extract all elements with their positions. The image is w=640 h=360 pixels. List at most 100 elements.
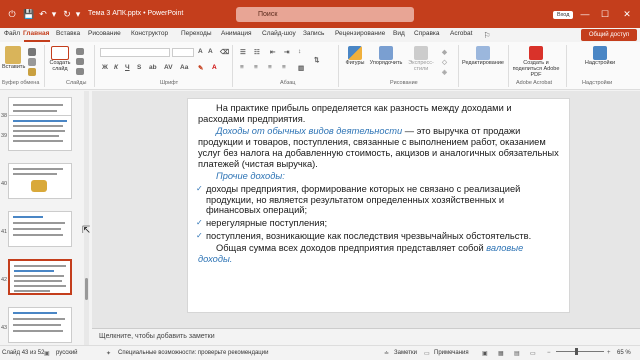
thumbnails-scrollbar[interactable]: [84, 91, 89, 345]
slide-thumbnail-selected[interactable]: [8, 259, 72, 295]
justify-icon[interactable]: ≡: [282, 64, 286, 71]
reset-icon[interactable]: [76, 58, 84, 65]
thumb-line: [13, 130, 65, 132]
signin-button[interactable]: Вход: [553, 11, 574, 19]
shapes-button[interactable]: Фигуры: [342, 46, 368, 66]
maximize-button[interactable]: ☐: [598, 6, 612, 22]
thumb-line: [14, 265, 66, 267]
bullets-icon[interactable]: ☰: [240, 48, 246, 56]
spacing-icon[interactable]: AV: [164, 64, 173, 71]
outdent-icon[interactable]: ⇥: [284, 48, 289, 56]
autosave-toggle-icon[interactable]: ⏻: [6, 8, 18, 20]
slide-thumbnail[interactable]: [8, 307, 72, 343]
slideshow-icon[interactable]: ▭: [530, 350, 536, 357]
new-slide-button[interactable]: Создать слайд: [48, 46, 72, 72]
zoom-out-icon[interactable]: −: [547, 350, 551, 356]
chat-icon[interactable]: ⚐: [482, 30, 492, 40]
accessibility-status[interactable]: Специальные возможности: проверьте реком…: [118, 350, 268, 356]
zoom-slider[interactable]: [556, 351, 604, 352]
quick-styles-button[interactable]: Экспресс-стили: [404, 46, 438, 72]
zoom-level[interactable]: 65 %: [617, 350, 631, 356]
slide-thumbnail[interactable]: [8, 211, 72, 247]
language-indicator[interactable]: русский: [56, 350, 78, 356]
tab-design[interactable]: Конструктор: [131, 30, 168, 37]
undo-dropdown-icon[interactable]: ▾: [50, 8, 58, 20]
align-center-icon[interactable]: ≡: [254, 64, 258, 71]
font-color-icon[interactable]: A: [212, 64, 217, 71]
comments-button[interactable]: Примечания: [434, 350, 469, 356]
highlight-icon[interactable]: ✎: [198, 64, 203, 72]
close-button[interactable]: ✕: [620, 6, 634, 22]
align-left-icon[interactable]: ≡: [240, 64, 244, 71]
tab-draw[interactable]: Рисование: [88, 30, 121, 37]
current-slide[interactable]: На практике прибыль определяется как раз…: [187, 98, 570, 313]
cut-icon[interactable]: [28, 48, 36, 56]
accessibility-icon[interactable]: ✦: [106, 350, 111, 357]
tab-review[interactable]: Рецензирование: [335, 30, 385, 37]
case-icon[interactable]: Aa: [180, 64, 188, 71]
line-spacing-icon[interactable]: ↕: [298, 48, 301, 55]
shape-effects-icon[interactable]: ◈: [442, 68, 447, 76]
zoom-slider-handle[interactable]: [575, 348, 578, 355]
clear-format-icon[interactable]: ⌫: [220, 48, 229, 56]
editing-button[interactable]: Редактирование: [460, 46, 506, 66]
shape-fill-icon[interactable]: ◆: [442, 48, 447, 56]
section-icon[interactable]: [76, 68, 84, 75]
strikethrough-icon[interactable]: ab: [149, 64, 157, 71]
paste-button[interactable]: Вставить: [2, 46, 25, 70]
copy-icon[interactable]: [28, 58, 36, 66]
tab-view[interactable]: Вид: [393, 30, 405, 37]
tab-file[interactable]: Файл: [4, 30, 20, 37]
arrange-button[interactable]: Упорядочить: [368, 46, 404, 66]
slide-thumbnail[interactable]: [8, 163, 72, 199]
minimize-button[interactable]: —: [578, 6, 592, 22]
slide-sorter-icon[interactable]: ▦: [498, 350, 504, 357]
tab-insert[interactable]: Вставка: [56, 30, 80, 37]
layout-icon[interactable]: [76, 48, 84, 55]
increase-font-icon[interactable]: A: [198, 48, 203, 55]
reading-view-icon[interactable]: ▤: [514, 350, 520, 357]
search-input[interactable]: Поиск: [236, 7, 414, 22]
save-icon[interactable]: 💾: [23, 8, 34, 20]
slide-thumbnail[interactable]: [8, 115, 72, 151]
zoom-in-icon[interactable]: +: [607, 350, 611, 356]
slide-text-body[interactable]: На практике прибыль определяется как раз…: [196, 103, 560, 267]
tab-slideshow[interactable]: Слайд-шоу: [262, 30, 296, 37]
shape-outline-icon[interactable]: ◇: [442, 58, 447, 66]
addins-button[interactable]: Надстройки: [578, 46, 622, 66]
tab-transitions[interactable]: Переходы: [181, 30, 212, 37]
align-right-icon[interactable]: ≡: [268, 64, 272, 71]
tab-record[interactable]: Запись: [303, 30, 324, 37]
scrollbar-thumb[interactable]: [85, 278, 88, 300]
undo-icon[interactable]: ↶: [38, 8, 48, 20]
spellcheck-icon[interactable]: ▣: [44, 350, 50, 357]
tab-home[interactable]: Главная: [23, 30, 49, 37]
font-family-select[interactable]: [100, 48, 170, 57]
underline-icon[interactable]: Ч: [125, 64, 130, 71]
share-button[interactable]: Общий доступ: [581, 29, 637, 41]
bullet-item: нерегулярные поступления;: [196, 218, 560, 229]
normal-view-icon[interactable]: ▣: [482, 350, 488, 357]
notes-input[interactable]: Щелкните, чтобы добавить заметки: [92, 328, 640, 345]
tab-help[interactable]: Справка: [414, 30, 440, 37]
tab-acrobat[interactable]: Acrobat: [450, 30, 472, 37]
tab-animations[interactable]: Анимация: [221, 30, 252, 37]
bold-icon[interactable]: Ж: [102, 64, 108, 71]
shadow-icon[interactable]: S: [137, 64, 141, 71]
customize-toolbar-icon[interactable]: ▾: [74, 8, 82, 20]
format-painter-icon[interactable]: [28, 68, 36, 76]
numbering-icon[interactable]: ☷: [254, 48, 260, 56]
decrease-font-icon[interactable]: A: [208, 48, 213, 55]
text-direction-icon[interactable]: ⇅: [314, 56, 319, 64]
thumb-line: [13, 216, 43, 218]
redo-icon[interactable]: ↻: [62, 8, 72, 20]
columns-icon[interactable]: ▥: [298, 64, 304, 72]
indent-icon[interactable]: ⇤: [270, 48, 275, 56]
notes-button[interactable]: Заметки: [394, 350, 417, 356]
italic-icon[interactable]: К: [114, 64, 118, 71]
create-share-pdf-button[interactable]: Создать и поделиться Adobe PDF: [510, 46, 562, 78]
font-size-select[interactable]: [172, 48, 194, 57]
comments-icon[interactable]: ▭: [424, 350, 430, 357]
thumb-line: [13, 110, 57, 112]
notes-icon[interactable]: ≐: [384, 350, 389, 357]
